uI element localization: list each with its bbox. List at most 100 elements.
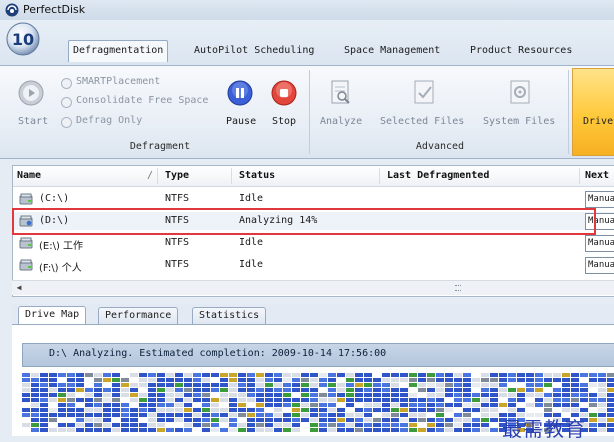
cluster-block: [148, 403, 156, 407]
cluster-block: [220, 408, 228, 412]
column-divider[interactable]: [231, 168, 232, 184]
scrollbar-grip[interactable]: [455, 285, 461, 291]
column-header-status[interactable]: Status: [239, 170, 275, 181]
cluster-block: [94, 418, 102, 422]
column-header-next[interactable]: Next: [585, 170, 609, 181]
analyze-icon[interactable]: [329, 79, 353, 107]
cluster-block: [445, 378, 453, 382]
tab-statistics[interactable]: Statistics: [192, 307, 267, 324]
cluster-block: [472, 378, 480, 382]
cluster-block: [499, 408, 507, 412]
drive-status: Analyzing 14%: [239, 215, 318, 226]
cluster-block: [121, 398, 129, 402]
cluster-block: [418, 383, 426, 387]
drive-row-c[interactable]: (C:\) NTFS Idle Manual: [13, 190, 614, 208]
cluster-block: [184, 413, 192, 417]
cluster-block: [364, 418, 372, 422]
next-schedule-select[interactable]: Manual: [585, 213, 614, 230]
cluster-block: [499, 393, 507, 397]
tab-drive-map[interactable]: Drive Map: [18, 306, 87, 325]
cluster-block: [382, 418, 390, 422]
scroll-left-arrow-icon[interactable]: ◀: [14, 282, 24, 293]
cluster-block: [229, 378, 237, 382]
drive-row-d[interactable]: (D:\) NTFS Analyzing 14% Manual: [13, 212, 614, 230]
column-divider[interactable]: [379, 168, 380, 184]
cluster-block: [265, 373, 273, 377]
cluster-block: [274, 413, 282, 417]
cluster-block: [49, 383, 57, 387]
next-schedule-select[interactable]: Manual: [585, 191, 614, 208]
cluster-block: [211, 418, 219, 422]
tab-defragmentation[interactable]: Defragmentation: [68, 40, 169, 62]
cluster-block: [580, 388, 588, 392]
cluster-block: [283, 378, 291, 382]
selected-files-button-label[interactable]: Selected Files: [380, 116, 464, 127]
smartplacement-radio[interactable]: [61, 78, 72, 89]
cluster-block: [40, 413, 48, 417]
cluster-block: [283, 393, 291, 397]
cluster-block: [85, 428, 93, 432]
cluster-block: [319, 408, 327, 412]
cluster-block: [283, 413, 291, 417]
tab-autopilot-scheduling[interactable]: AutoPilot Scheduling: [190, 41, 318, 60]
column-header-last-defragmented[interactable]: Last Defragmented: [387, 170, 489, 181]
cluster-block: [544, 403, 552, 407]
drive-button-label[interactable]: Drive: [583, 116, 613, 127]
cluster-block: [301, 373, 309, 377]
cluster-block: [85, 418, 93, 422]
drive-status: Idle: [239, 237, 264, 248]
cluster-block: [391, 403, 399, 407]
cluster-block: [94, 398, 102, 402]
horizontal-scrollbar[interactable]: ◀: [12, 280, 614, 295]
tab-space-management[interactable]: Space Management: [340, 41, 444, 60]
column-header-type[interactable]: Type: [165, 170, 189, 181]
next-schedule-select[interactable]: Manual: [585, 235, 614, 252]
cluster-block: [445, 428, 453, 432]
cluster-block: [598, 418, 606, 422]
tab-performance[interactable]: Performance: [98, 307, 179, 324]
cluster-block: [337, 408, 345, 412]
cluster-block: [400, 373, 408, 377]
cluster-block: [580, 393, 588, 397]
cluster-block: [517, 388, 525, 392]
cluster-block: [400, 408, 408, 412]
cluster-block: [130, 393, 138, 397]
drive-button[interactable]: [572, 68, 614, 156]
cluster-block: [283, 423, 291, 427]
cluster-block: [193, 383, 201, 387]
stop-icon[interactable]: [271, 80, 297, 106]
cluster-block: [157, 403, 165, 407]
start-icon[interactable]: [18, 80, 44, 106]
defrag-only-radio[interactable]: [61, 117, 72, 128]
cluster-block: [427, 408, 435, 412]
next-schedule-select[interactable]: Manual: [585, 257, 614, 274]
column-divider[interactable]: [157, 168, 158, 184]
start-button-label[interactable]: Start: [18, 116, 48, 127]
tab-product-resources[interactable]: Product Resources: [466, 41, 576, 60]
cluster-block: [373, 423, 381, 427]
application-orb-button[interactable]: 10: [6, 22, 40, 56]
pause-button-label[interactable]: Pause: [226, 116, 256, 127]
system-files-button-label[interactable]: System Files: [483, 116, 555, 127]
drive-name: (E:\) 工作: [39, 241, 84, 252]
cluster-block: [562, 388, 570, 392]
cluster-block: [328, 423, 336, 427]
drive-row-e[interactable]: (E:\) 工作 NTFS Idle Manual: [13, 234, 614, 252]
consolidate-free-space-radio[interactable]: [61, 97, 72, 108]
cluster-block: [274, 393, 282, 397]
system-files-icon[interactable]: [508, 79, 534, 107]
drive-row-f[interactable]: (F:\) 个人 NTFS Idle Manual: [13, 256, 614, 274]
analyze-button-label[interactable]: Analyze: [320, 116, 362, 127]
cluster-block: [139, 383, 147, 387]
cluster-block: [400, 403, 408, 407]
column-header-name[interactable]: Name: [17, 170, 41, 181]
stop-button-label[interactable]: Stop: [272, 116, 296, 127]
column-divider[interactable]: [579, 168, 580, 184]
cluster-block: [238, 413, 246, 417]
selected-files-icon[interactable]: [412, 79, 438, 107]
cluster-block: [382, 408, 390, 412]
cluster-block: [355, 378, 363, 382]
cluster-block: [67, 383, 75, 387]
cluster-block: [256, 403, 264, 407]
pause-icon[interactable]: [227, 80, 253, 106]
